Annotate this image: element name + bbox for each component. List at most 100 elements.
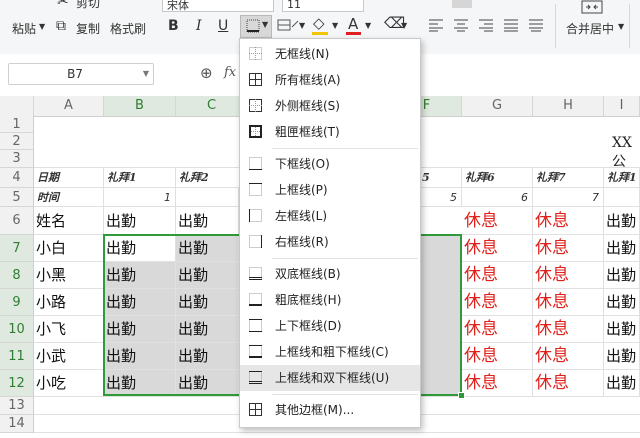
row-header-6[interactable]: 6 [0, 207, 34, 235]
zoom-search-icon[interactable]: ⊕ [200, 64, 213, 82]
cell-h6[interactable]: 休息 [533, 207, 604, 235]
menu-item-no-border[interactable]: 无框线(N) [240, 41, 420, 67]
italic-button[interactable]: I [196, 18, 202, 34]
cell-h7[interactable]: 休息 [533, 235, 604, 262]
row-header-1[interactable]: 1 [0, 116, 34, 133]
cell-i4[interactable]: 礼拜1 [604, 168, 640, 188]
cell-a10[interactable]: 小飞 [34, 316, 104, 343]
cell-h4[interactable]: 礼拜7 [533, 168, 604, 188]
cell-g6[interactable]: 休息 [462, 207, 533, 235]
menu-item-all-borders[interactable]: 所有框线(A) [240, 67, 420, 93]
menu-item-double-bottom-border[interactable]: 双底框线(B) [240, 261, 420, 287]
cell-g8[interactable]: 休息 [462, 262, 533, 289]
cell-c6[interactable]: 出勤 [176, 207, 239, 235]
font-color-dropdown-icon[interactable]: ▼ [365, 21, 371, 30]
align-center-icon[interactable] [453, 18, 469, 32]
fill-color-icon[interactable]: ◇ [313, 14, 325, 32]
format-painter-button[interactable]: 格式刷 [110, 20, 146, 37]
paste-dropdown-icon[interactable]: ▼ [39, 22, 45, 31]
cell-c4[interactable]: 礼拜2 [176, 168, 248, 188]
fx-label[interactable]: fx [224, 65, 236, 80]
cell-i8[interactable]: 出勤 [604, 262, 640, 289]
copy-button[interactable]: 复制 [76, 20, 100, 37]
row-header-2[interactable]: 2 [0, 133, 34, 150]
cell-g7[interactable]: 休息 [462, 235, 533, 262]
menu-item-thick-bottom-border[interactable]: 粗底框线(H) [240, 287, 420, 313]
menu-item-thick-box-border[interactable]: 粗匣框线(T) [240, 119, 420, 145]
cell-h10[interactable]: 休息 [533, 316, 604, 343]
bold-button[interactable]: B [168, 18, 179, 34]
cut-icon[interactable]: ✂ [57, 0, 69, 10]
name-box[interactable]: B7 ▼ [8, 63, 154, 85]
column-header-b[interactable]: B [104, 96, 176, 116]
copy-icon[interactable]: ⧉ [56, 18, 66, 34]
row-header-5[interactable]: 5 [0, 188, 34, 207]
name-box-dropdown-icon[interactable]: ▼ [143, 69, 149, 78]
menu-item-more-borders[interactable]: 其他边框(M)... [240, 397, 420, 423]
cell-h8[interactable]: 休息 [533, 262, 604, 289]
underline-button[interactable]: U [218, 18, 228, 34]
row-header-10[interactable]: 10 [0, 316, 34, 343]
cell-f5[interactable]: 5 [419, 188, 462, 207]
column-header-i[interactable]: I [604, 96, 640, 116]
cell-i9[interactable]: 出勤 [604, 289, 640, 316]
align-right-icon[interactable] [478, 18, 494, 32]
justify-icon[interactable] [503, 18, 519, 32]
paste-button[interactable]: 粘贴 [12, 20, 36, 37]
column-header-a[interactable]: A [34, 96, 104, 116]
cell-h12[interactable]: 休息 [533, 370, 604, 397]
merge-center-dropdown-icon[interactable]: ▼ [618, 22, 624, 31]
cell-i10[interactable]: 出勤 [604, 316, 640, 343]
column-header-c[interactable]: C [176, 96, 248, 116]
font-name-select[interactable]: 宋体 [162, 0, 274, 12]
cell-i7[interactable]: 出勤 [604, 235, 640, 262]
column-header-g[interactable]: G [462, 96, 533, 116]
row-header-4[interactable]: 4 [0, 168, 34, 188]
cell-b4[interactable]: 礼拜1 [104, 168, 176, 188]
cell-a11[interactable]: 小武 [34, 343, 104, 370]
cell-i6[interactable]: 出勤 [604, 207, 640, 235]
cell-g4[interactable]: 礼拜6 [462, 168, 533, 188]
cell-a9[interactable]: 小路 [34, 289, 104, 316]
row-header-12[interactable]: 12 [0, 370, 34, 397]
cut-button[interactable]: 剪切 [76, 0, 100, 11]
border-button[interactable]: ▼ [240, 15, 272, 38]
menu-item-left-border[interactable]: 左框线(L) [240, 203, 420, 229]
merge-center-icon[interactable] [581, 0, 603, 14]
cell-h5[interactable]: 7 [533, 188, 604, 207]
font-size-select[interactable]: 11 [282, 0, 364, 12]
menu-item-right-border[interactable]: 右框线(R) [240, 229, 420, 255]
cell-g10[interactable]: 休息 [462, 316, 533, 343]
merge-center-button[interactable]: 合并居中 [566, 20, 614, 37]
eraser-dropdown-icon[interactable]: ▼ [401, 21, 407, 30]
cell-f4-partial[interactable]: 5 [419, 168, 462, 188]
select-all-corner[interactable] [0, 96, 34, 116]
cell-b5[interactable]: 1 [104, 188, 176, 207]
cell-h9[interactable]: 休息 [533, 289, 604, 316]
font-color-button[interactable]: A [348, 15, 358, 33]
cell-i11[interactable]: 出勤 [604, 343, 640, 370]
menu-item-bottom-border[interactable]: 下框线(O) [240, 151, 420, 177]
menu-item-top-double-bottom-border[interactable]: 上框线和双下框线(U) [240, 365, 420, 391]
cell-c5[interactable] [176, 188, 239, 207]
align-top-button[interactable] [452, 0, 472, 8]
row-header-7[interactable]: 7 [0, 235, 34, 262]
cell-a6[interactable]: 姓名 [34, 207, 104, 235]
menu-item-top-thick-bottom-border[interactable]: 上框线和粗下框线(C) [240, 339, 420, 365]
cell-b6[interactable]: 出勤 [104, 207, 176, 235]
cell-a8[interactable]: 小黑 [34, 262, 104, 289]
cell-g5[interactable]: 6 [462, 188, 533, 207]
align-left-icon[interactable] [428, 18, 444, 32]
row-header-8[interactable]: 8 [0, 262, 34, 289]
distributed-align-icon[interactable] [528, 18, 544, 32]
cell-i12[interactable]: 出勤 [604, 370, 640, 397]
selection-fill-handle[interactable] [458, 392, 465, 399]
cell-a12[interactable]: 小吃 [34, 370, 104, 397]
cell-style-icon[interactable] [277, 18, 299, 34]
cell-i5[interactable] [604, 188, 640, 207]
row-header-14[interactable]: 14 [0, 415, 34, 433]
cell-a5[interactable]: 时间 [34, 188, 104, 207]
menu-item-outside-borders[interactable]: 外侧框线(S) [240, 93, 420, 119]
menu-item-top-border[interactable]: 上框线(P) [240, 177, 420, 203]
column-header-h[interactable]: H [533, 96, 604, 116]
